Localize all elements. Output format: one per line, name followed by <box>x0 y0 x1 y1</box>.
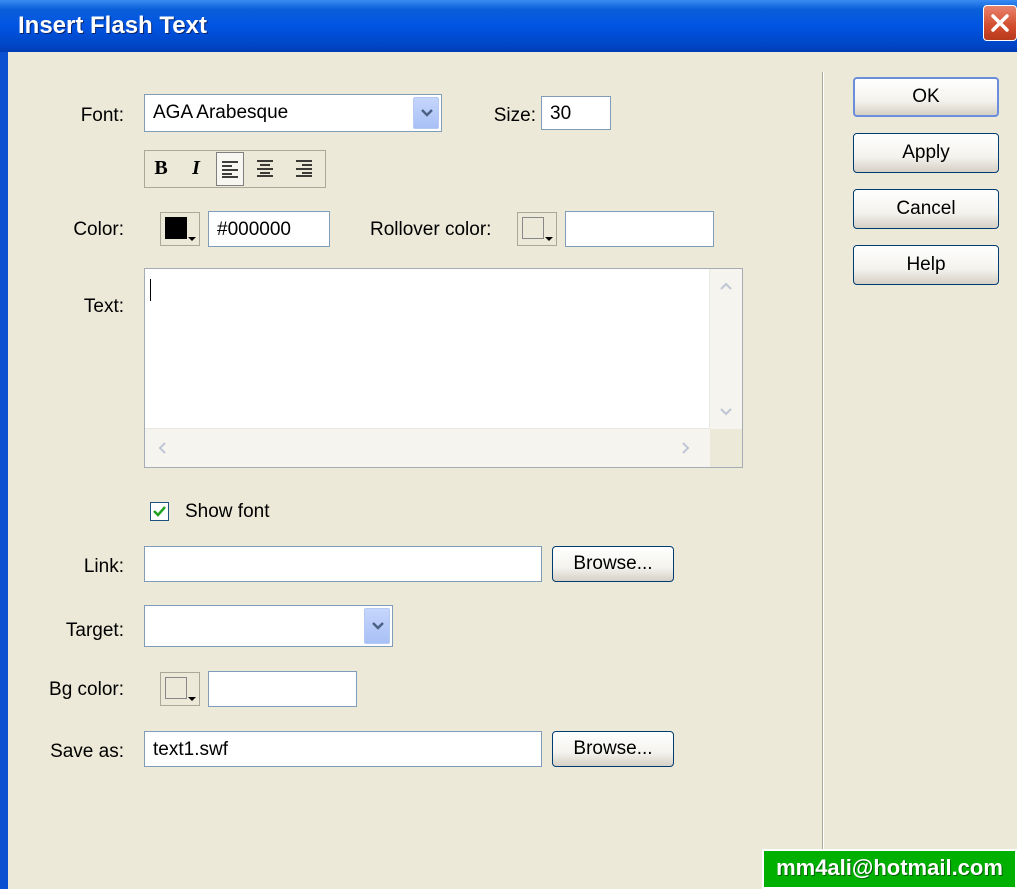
help-button[interactable]: Help <box>853 245 999 285</box>
color-hex-value: #000000 <box>217 219 291 240</box>
apply-button[interactable]: Apply <box>853 133 999 173</box>
text-caret <box>150 279 151 301</box>
vertical-scrollbar[interactable] <box>709 269 742 429</box>
align-right-button[interactable] <box>290 152 318 186</box>
save-as-value: text1.swf <box>153 739 228 760</box>
show-font-label: Show font <box>185 501 270 522</box>
chevron-down-icon <box>372 622 384 630</box>
color-swatch <box>165 217 187 239</box>
scroll-right-icon <box>682 442 690 454</box>
align-center-icon <box>257 160 273 177</box>
font-select[interactable]: AGA Arabesque <box>144 94 442 132</box>
cancel-button[interactable]: Cancel <box>853 189 999 229</box>
rollover-color-input[interactable] <box>565 211 714 247</box>
scroll-up-icon <box>720 282 732 290</box>
show-font-checkbox[interactable] <box>150 502 169 521</box>
window-title: Insert Flash Text <box>18 12 207 39</box>
horizontal-scrollbar[interactable] <box>145 428 710 467</box>
font-select-value: AGA Arabesque <box>153 102 289 123</box>
size-input[interactable]: 30 <box>541 96 611 130</box>
bold-button[interactable]: B <box>147 152 175 186</box>
align-left-icon <box>222 161 238 178</box>
text-area[interactable] <box>144 268 743 468</box>
ok-button[interactable]: OK <box>853 77 999 117</box>
text-label: Text: <box>83 296 124 317</box>
button-divider <box>822 72 823 889</box>
rollover-swatch <box>522 217 544 239</box>
rollover-color-label: Rollover color: <box>370 219 492 240</box>
checkmark-icon <box>153 506 166 517</box>
close-button[interactable] <box>983 5 1017 41</box>
window-left-border <box>0 52 8 889</box>
color-label: Color: <box>73 219 124 240</box>
save-as-input[interactable]: text1.swf <box>144 731 542 767</box>
size-label: Size: <box>493 105 536 126</box>
link-browse-button[interactable]: Browse... <box>552 546 674 582</box>
link-input[interactable] <box>144 546 542 582</box>
color-hex-input[interactable]: #000000 <box>208 211 330 247</box>
scrollbar-corner <box>710 429 742 467</box>
rollover-color-picker-button[interactable] <box>517 212 557 246</box>
align-center-button[interactable] <box>251 152 279 186</box>
save-as-label: Save as: <box>50 741 124 762</box>
scroll-left-icon <box>158 442 166 454</box>
title-bar: Insert Flash Text <box>0 0 1017 52</box>
scroll-down-icon <box>720 408 732 416</box>
bg-color-swatch <box>165 677 187 699</box>
bg-color-label: Bg color: <box>49 679 124 700</box>
bg-color-input[interactable] <box>208 671 357 707</box>
size-input-value: 30 <box>550 103 572 124</box>
font-label: Font: <box>80 105 124 126</box>
save-as-browse-button[interactable]: Browse... <box>552 731 674 767</box>
target-label: Target: <box>65 620 124 641</box>
color-picker-button[interactable] <box>160 212 200 246</box>
swatch-dropdown-icon <box>188 697 196 701</box>
link-label: Link: <box>83 556 124 577</box>
watermark: mm4ali@hotmail.com <box>762 849 1017 889</box>
target-dropdown-button[interactable] <box>364 608 390 644</box>
swatch-dropdown-icon <box>188 237 196 241</box>
close-icon <box>991 14 1009 32</box>
italic-button[interactable]: I <box>182 152 210 186</box>
swatch-dropdown-icon <box>545 237 553 241</box>
target-select[interactable] <box>144 605 393 647</box>
align-right-icon <box>296 160 312 177</box>
bg-color-picker-button[interactable] <box>160 672 200 706</box>
align-left-button[interactable] <box>216 152 244 186</box>
